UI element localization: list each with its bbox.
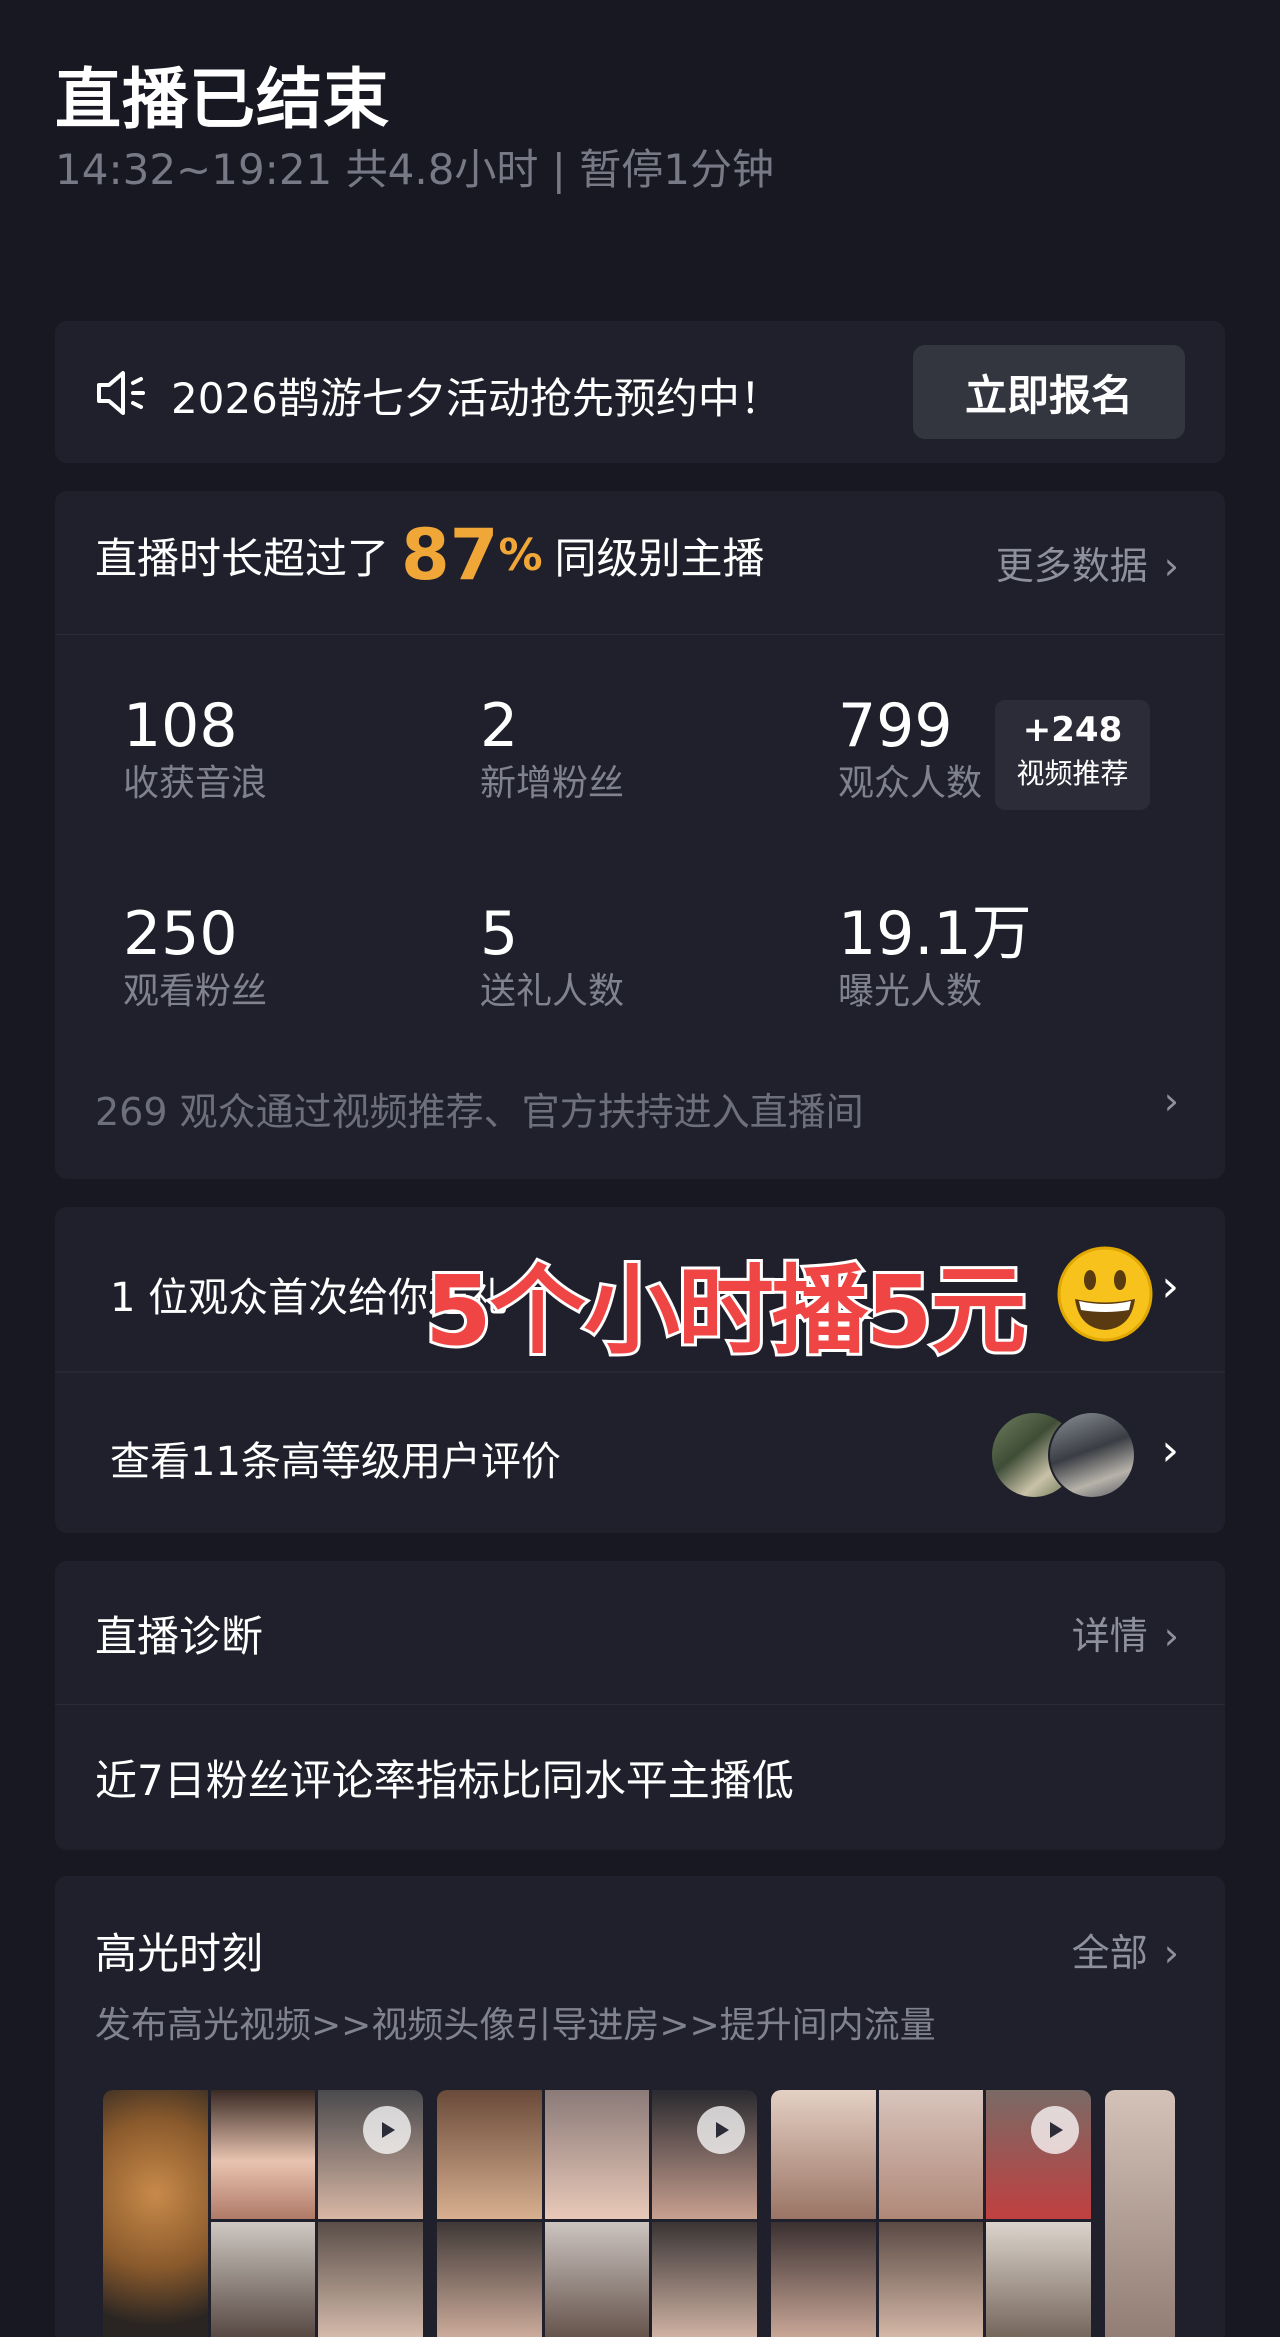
stat-label: 观众人数 bbox=[838, 763, 983, 804]
stat-value: 19.1万 bbox=[838, 899, 1032, 969]
stat-value: 799 bbox=[838, 691, 953, 761]
highlights-subtitle: 发布高光视频>>视频头像引导进房>>提升间内流量 bbox=[95, 2005, 936, 2046]
video-recommend-badge: +248 视频推荐 bbox=[995, 700, 1150, 810]
stat-value: 250 bbox=[123, 899, 238, 969]
page-title: 直播已结束 bbox=[55, 61, 390, 138]
highlight-video-thumbnail[interactable] bbox=[103, 2090, 423, 2337]
chevron-right-icon: › bbox=[1163, 1931, 1179, 1975]
highlights-title: 高光时刻 bbox=[95, 1929, 264, 1978]
percent-sign: % bbox=[498, 529, 543, 581]
stat-watching-fans: 250 观看粉丝 bbox=[123, 899, 267, 1015]
all-label: 全部 bbox=[1071, 1931, 1148, 1975]
play-icon bbox=[697, 2106, 745, 2154]
duration-rank-suffix: 同级别主播 bbox=[554, 533, 765, 583]
detail-label: 详情 bbox=[1071, 1614, 1148, 1658]
stat-gift-senders: 5 送礼人数 bbox=[480, 899, 624, 1015]
stat-value: 2 bbox=[480, 691, 519, 761]
signup-button[interactable]: 立即报名 bbox=[913, 345, 1185, 439]
diagnosis-text: 近7日粉丝评论率指标比同水平主播低 bbox=[95, 1756, 794, 1805]
highlights-card: 高光时刻 全部 › 发布高光视频>>视频头像引导进房>>提升间内流量 bbox=[55, 1876, 1225, 2337]
chevron-right-icon: › bbox=[1163, 544, 1179, 588]
duration-rank-prefix: 直播时长超过了 bbox=[95, 533, 390, 583]
chevron-right-icon: › bbox=[1161, 1261, 1179, 1312]
reviewer-avatars bbox=[990, 1411, 1136, 1499]
reviews-row[interactable]: 查看11条高等级用户评价 › bbox=[55, 1373, 1225, 1533]
live-diagnosis-card: 直播诊断 详情 › 近7日粉丝评论率指标比同水平主播低 bbox=[55, 1561, 1225, 1850]
badge-value: +248 bbox=[1022, 710, 1123, 750]
badge-label: 视频推荐 bbox=[1016, 757, 1129, 790]
diagnosis-detail-link[interactable]: 详情 › bbox=[1072, 1605, 1179, 1660]
stat-value: 5 bbox=[480, 899, 519, 969]
traffic-source-link[interactable]: 269 观众通过视频推荐、官方扶持进入直播间 bbox=[95, 1081, 864, 1136]
stat-viewers: 799 观众人数 bbox=[838, 691, 982, 807]
divider bbox=[55, 1704, 1225, 1705]
stat-exposure: 19.1万 曝光人数 bbox=[838, 899, 1032, 1015]
overlay-caption: 5个小时播5元 bbox=[422, 1252, 1030, 1370]
live-time-summary: 14:32~19:21 共4.8小时 | 暂停1分钟 bbox=[55, 145, 774, 194]
stat-value: 108 bbox=[123, 691, 238, 761]
avatar bbox=[1048, 1411, 1136, 1499]
stat-sound-waves: 108 收获音浪 bbox=[123, 691, 267, 807]
reviews-text: 查看11条高等级用户评价 bbox=[110, 1439, 561, 1485]
highlight-video-thumbnail[interactable] bbox=[437, 2090, 757, 2337]
banner-text: 2026鹊游七夕活动抢先预约中！ bbox=[171, 374, 782, 423]
duration-rank-percent: 87 bbox=[401, 514, 499, 596]
stat-new-fans: 2 新增粉丝 bbox=[480, 691, 624, 807]
play-icon bbox=[363, 2106, 411, 2154]
duration-rank: 直播时长超过了 87 % 同级别主播 bbox=[95, 514, 765, 596]
chevron-right-icon: › bbox=[1161, 1425, 1179, 1476]
play-icon bbox=[1031, 2106, 1079, 2154]
live-summary-page: 直播已结束 14:32~19:21 共4.8小时 | 暂停1分钟 2026鹊游七… bbox=[0, 0, 1280, 2337]
chevron-right-icon[interactable]: › bbox=[1164, 1079, 1179, 1123]
stat-label: 收获音浪 bbox=[123, 763, 268, 804]
more-data-label: 更多数据 bbox=[995, 544, 1148, 588]
stat-label: 送礼人数 bbox=[480, 971, 625, 1012]
stat-label: 新增粉丝 bbox=[480, 763, 625, 804]
highlights-all-link[interactable]: 全部 › bbox=[1072, 1922, 1179, 1977]
more-data-link[interactable]: 更多数据 › bbox=[996, 535, 1179, 590]
diagnosis-title: 直播诊断 bbox=[95, 1612, 264, 1661]
highlight-video-thumbnail[interactable] bbox=[771, 2090, 1091, 2337]
chevron-right-icon: › bbox=[1163, 1614, 1179, 1658]
divider bbox=[55, 634, 1225, 635]
event-banner[interactable]: 2026鹊游七夕活动抢先预约中！ 立即报名 bbox=[55, 321, 1225, 463]
stat-label: 观看粉丝 bbox=[123, 971, 268, 1012]
stat-label: 曝光人数 bbox=[838, 971, 983, 1012]
speaker-icon bbox=[97, 371, 145, 415]
highlight-video-thumbnail[interactable] bbox=[1105, 2090, 1175, 2337]
live-stats-card: 直播时长超过了 87 % 同级别主播 更多数据 › 108 收获音浪 2 新增粉丝… bbox=[55, 491, 1225, 1179]
grinning-face-icon bbox=[1057, 1246, 1153, 1342]
